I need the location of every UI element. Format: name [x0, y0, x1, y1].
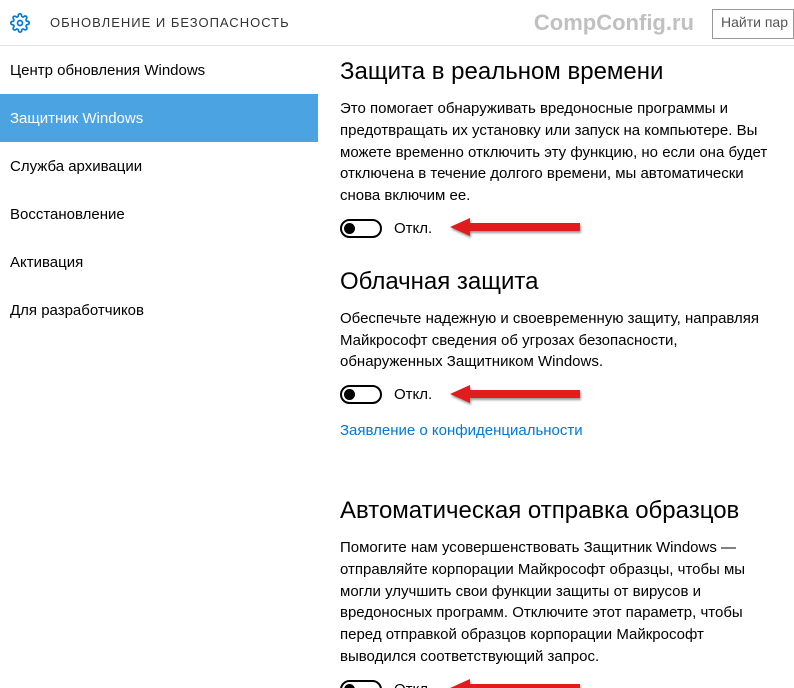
sidebar-item-label: Восстановление [10, 206, 125, 223]
sidebar-item-label: Активация [10, 254, 83, 271]
sidebar-item-label: Служба архивации [10, 158, 142, 175]
toggle-label: Откл. [394, 220, 432, 237]
page-title: ОБНОВЛЕНИЕ И БЕЗОПАСНОСТЬ [50, 15, 290, 30]
sidebar-item-label: Для разработчиков [10, 302, 144, 319]
sidebar-item-update[interactable]: Центр обновления Windows [0, 46, 318, 94]
sidebar-item-activation[interactable]: Активация [0, 238, 318, 286]
sidebar-item-backup[interactable]: Служба архивации [0, 142, 318, 190]
toggle-realtime[interactable] [340, 219, 382, 238]
privacy-link[interactable]: Заявление о конфиденциальности [340, 422, 583, 439]
section-title-realtime: Защита в реальном времени [340, 58, 776, 86]
sidebar: Центр обновления Windows Защитник Window… [0, 46, 318, 688]
content: Защита в реальном времени Это помогает о… [318, 46, 794, 688]
sidebar-item-recovery[interactable]: Восстановление [0, 190, 318, 238]
annotation-arrow-icon [450, 677, 590, 688]
annotation-arrow-icon [450, 216, 590, 240]
toggle-knob [344, 389, 355, 400]
annotation-arrow-icon [450, 383, 590, 407]
toggle-cloud[interactable] [340, 385, 382, 404]
header: ОБНОВЛЕНИЕ И БЕЗОПАСНОСТЬ CompConfig.ru … [0, 0, 794, 46]
toggle-knob [344, 684, 355, 688]
sidebar-item-defender[interactable]: Защитник Windows [0, 94, 318, 142]
section-desc-cloud: Обеспечьте надежную и своевременную защи… [340, 308, 776, 373]
section-desc-samples: Помогите нам усовершенствовать Защитник … [340, 537, 776, 668]
watermark: CompConfig.ru [534, 10, 694, 36]
section-title-samples: Автоматическая отправка образцов [340, 497, 776, 525]
sidebar-item-label: Центр обновления Windows [10, 62, 205, 79]
section-desc-realtime: Это помогает обнаруживать вредоносные пр… [340, 98, 776, 207]
search-input[interactable]: Найти пар [712, 9, 794, 39]
gear-icon [10, 13, 30, 33]
toggle-row-cloud: Откл. [340, 385, 776, 404]
toggle-samples[interactable] [340, 680, 382, 688]
toggle-knob [344, 223, 355, 234]
toggle-row-samples: Откл. [340, 680, 776, 688]
sidebar-item-label: Защитник Windows [10, 110, 143, 127]
toggle-label: Откл. [394, 386, 432, 403]
toggle-row-realtime: Откл. [340, 219, 776, 238]
sidebar-item-developers[interactable]: Для разработчиков [0, 286, 318, 334]
section-title-cloud: Облачная защита [340, 268, 776, 296]
toggle-label: Откл. [394, 681, 432, 688]
